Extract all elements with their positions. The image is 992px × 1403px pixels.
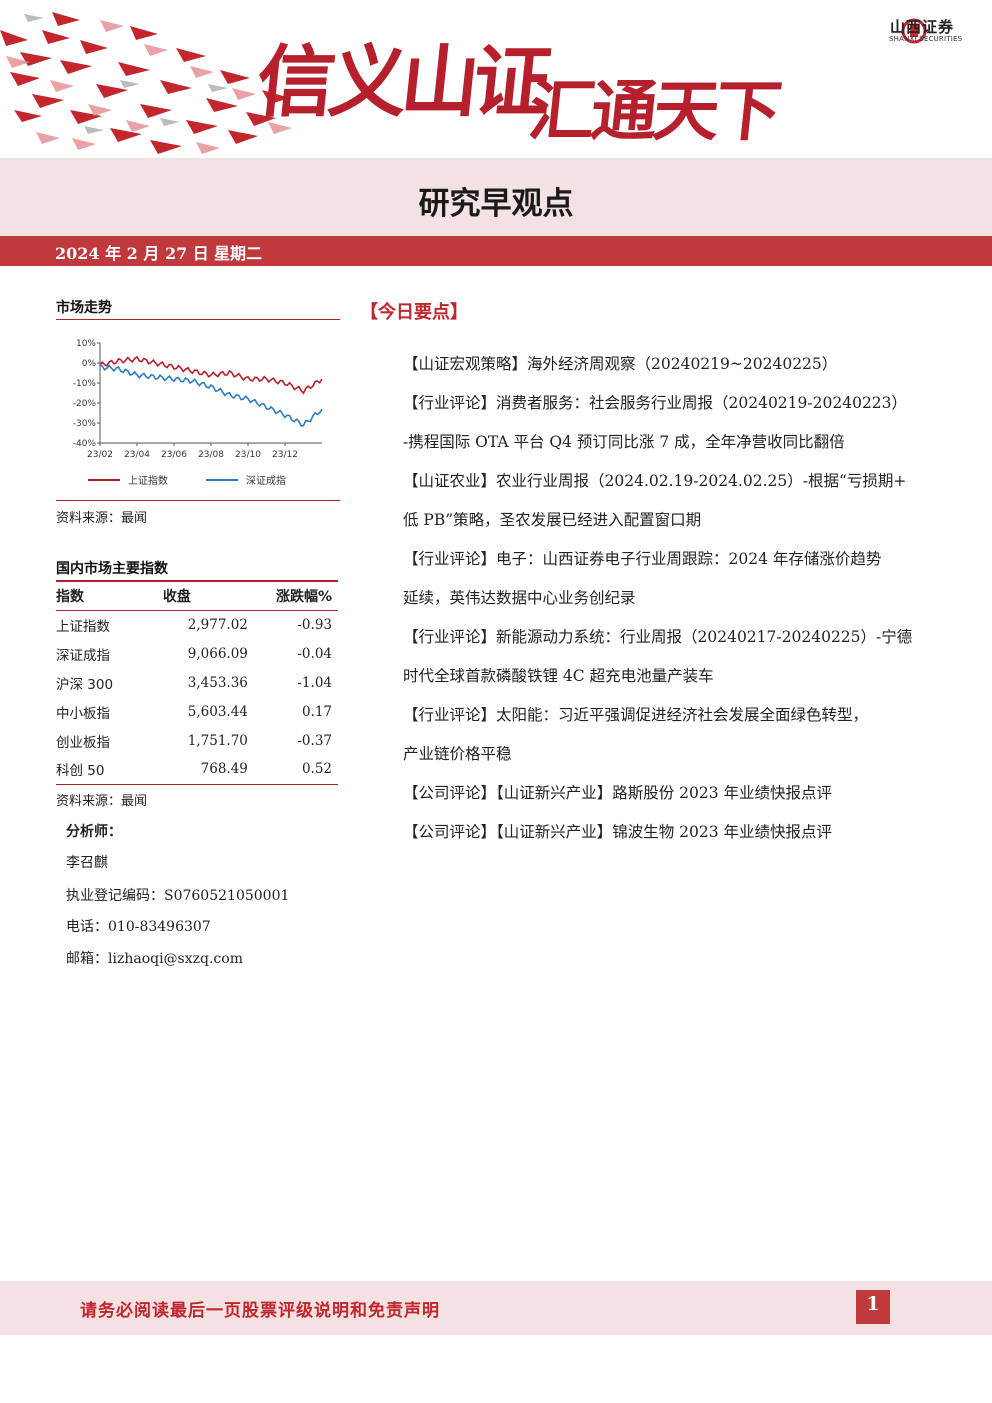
analyst-label: 分析师： [66, 824, 122, 840]
report-weekday: 星期二 [214, 244, 263, 263]
column-header-change: 涨跌幅% [247, 582, 338, 611]
logo-text-cn: 山西证券 [890, 18, 955, 36]
y-tick-label: -40% [73, 439, 97, 449]
analyst-registration: 执业登记编码：S0760521050001 [66, 888, 290, 904]
index-change: -1.04 [297, 674, 332, 691]
column-header-index: 指数 [56, 582, 163, 611]
index-close: 9,066.09 [187, 646, 248, 663]
market-trend-title: 市场走势 [56, 300, 112, 316]
index-name: 中小板指 [56, 705, 110, 722]
index-close: 3,453.36 [187, 674, 248, 691]
index-close: 1,751.70 [187, 732, 248, 749]
table-source: 资料来源：最闻 [56, 794, 148, 809]
slogan-part1: 信义山证 [252, 37, 551, 128]
list-item[interactable]: 【行业评论】消费者服务：社会服务行业周报（20240219-20240223） [403, 384, 943, 423]
slogan-part2: 汇通天下 [525, 72, 782, 150]
list-item[interactable]: 【行业评论】太阳能：习近平强调促进经济社会发展全面绿色转型， [403, 696, 943, 735]
list-item[interactable]: 【行业评论】新能源动力系统：行业周报（20240217-20240225）-宁德 [403, 618, 943, 657]
analyst-email[interactable]: 邮箱：lizhaoqi@sxzq.com [66, 948, 243, 968]
list-item: -携程国际 OTA 平台 Q4 预订同比涨 7 成，全年净营收同比翻倍 [403, 433, 845, 451]
index-name: 科创 50 [56, 754, 163, 785]
document-title: 研究早观点 [418, 186, 574, 222]
x-tick-label: 23/06 [161, 450, 187, 460]
index-change: -0.37 [297, 732, 332, 749]
y-tick-label: -20% [73, 399, 97, 409]
chart-source: 资料来源：最闻 [56, 511, 148, 526]
index-close: 2,977.02 [187, 617, 248, 634]
index-name: 创业板指 [56, 734, 110, 751]
table-row: 创业板指 1,751.70 -0.37 [56, 726, 338, 755]
key-points-list: 【山证宏观策略】海外经济周观察（20240219~20240225） 【行业评论… [403, 345, 943, 852]
y-tick-label: 0% [82, 359, 97, 369]
table-header-row: 指数 收盘 涨跌幅% [56, 582, 338, 611]
table-row: 中小板指 5,603.44 0.17 [56, 697, 338, 726]
index-change: 0.17 [301, 703, 332, 720]
index-close: 768.49 [162, 754, 248, 785]
index-name: 深证成指 [56, 648, 110, 665]
table-row: 深证成指 9,066.09 -0.04 [56, 640, 338, 669]
table-row: 科创 50 768.49 0.52 [56, 754, 338, 785]
y-tick-label: -30% [73, 419, 97, 429]
index-table-title: 国内市场主要指数 [56, 561, 168, 577]
series-line-1 [99, 355, 323, 395]
x-tick-label: 23/04 [124, 450, 150, 460]
list-item[interactable]: 【公司评论】【山证新兴产业】锦波生物 2023 年业绩快报点评 [403, 813, 943, 852]
page-number: 1 [866, 1293, 880, 1315]
list-item[interactable]: 【行业评论】电子：山西证券电子行业周跟踪：2024 年存储涨价趋势 [403, 540, 943, 579]
analyst-name: 李召麒 [66, 855, 108, 871]
y-tick-label: -10% [73, 379, 97, 389]
legend-label: 深证成指 [246, 474, 286, 487]
market-trend-chart: 10% 0% -10% -20% -30% -40%23/02 23/04 23/06 23/0… [73, 339, 323, 487]
legend-label: 上证指数 [128, 474, 168, 487]
index-change: -0.93 [297, 617, 332, 634]
list-item[interactable]: 【山证宏观策略】海外经济周观察（20240219~20240225） [403, 345, 943, 384]
y-tick-label: 10% [76, 339, 96, 349]
index-table: 指数 收盘 涨跌幅% 上证指数 2,977.02 -0.93 深证成指 9,06… [56, 582, 338, 785]
list-item: 产业链价格平稳 [403, 745, 512, 763]
report-date: 2024 年 2 月 27 日 [55, 244, 209, 263]
x-tick-label: 23/08 [198, 450, 224, 460]
index-close: 5,603.44 [187, 703, 248, 720]
x-tick-label: 23/02 [87, 450, 113, 460]
index-name: 沪深 300 [56, 676, 114, 693]
disclaimer-notice: 请务必阅读最后一页股票评级说明和免责声明 [80, 1301, 440, 1321]
logo-text-en: SHANXI SECURITIES [889, 35, 963, 43]
list-item: 低 PB”策略，圣农发展已经进入配置窗口期 [403, 511, 702, 529]
list-item[interactable]: 【山证农业】农业行业周报（2024.02.19-2024.02.25）-根据“亏… [403, 462, 943, 501]
column-header-close: 收盘 [162, 582, 248, 611]
divider [56, 500, 340, 501]
table-row: 沪深 300 3,453.36 -1.04 [56, 669, 338, 698]
index-change: -0.04 [297, 646, 332, 663]
key-points-heading: 【今日要点】 [360, 302, 468, 323]
x-tick-label: 23/10 [235, 450, 261, 460]
x-tick-label: 23/12 [272, 450, 298, 460]
list-item[interactable]: 【公司评论】【山证新兴产业】路斯股份 2023 年业绩快报点评 [403, 774, 943, 813]
list-item: 延续，英伟达数据中心业务创纪录 [403, 589, 636, 607]
divider [56, 319, 340, 320]
table-row: 上证指数 2,977.02 -0.93 [56, 611, 338, 640]
header-banner: 信义山证 汇通天下 山西证券 SHANXI SECURITIES [0, 0, 992, 158]
list-item: 时代全球首款磷酸铁锂 4C 超充电池量产装车 [403, 667, 714, 685]
index-change: 0.52 [247, 754, 338, 785]
index-name: 上证指数 [56, 619, 110, 636]
analyst-phone: 电话：010-83496307 [66, 919, 211, 935]
